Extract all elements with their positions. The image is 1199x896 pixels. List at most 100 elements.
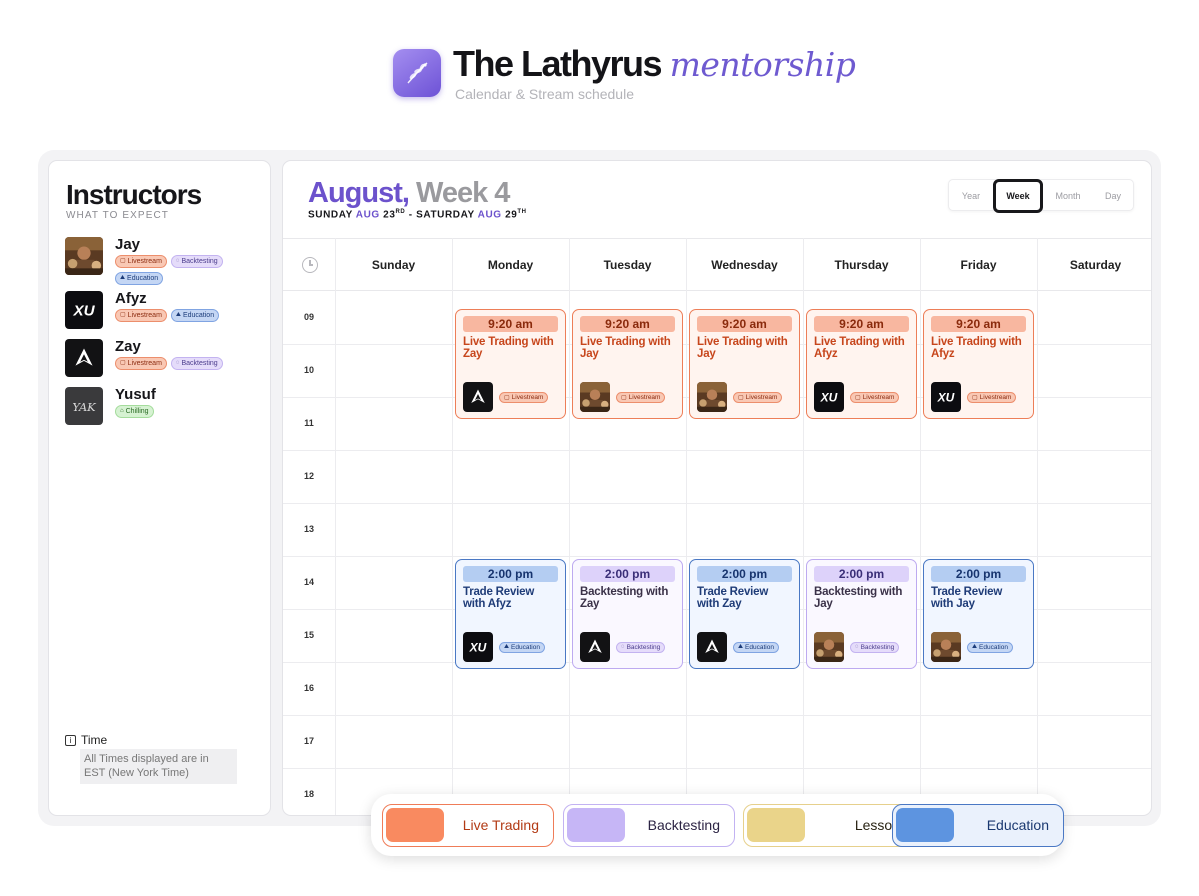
home-icon: ⌂ <box>120 408 124 414</box>
legend-backtesting: Backtesting <box>563 804 735 847</box>
event-host-avatar: XU <box>814 382 844 412</box>
event-card[interactable]: 2:00 pm Trade Review with Jay ⛰ Education <box>923 559 1034 669</box>
event-card[interactable]: 9:20 am Live Trading with Afyz XU ▢ Livestre… <box>806 309 917 419</box>
avatar: YAK <box>65 387 103 425</box>
event-card[interactable]: 9:20 am Live Trading with Afyz XU ▢ Livestre… <box>923 309 1034 419</box>
tag-label: Education <box>182 312 215 319</box>
instructor-tags: ▢ Livestream ◌ Backtesting ⛰ Education <box>115 255 239 289</box>
event-time: 2:00 pm <box>697 566 792 582</box>
day-header-saturday: Saturday <box>1069 258 1122 272</box>
event-tag: ⛰ Education <box>499 641 545 653</box>
instructor-info: Jay ▢ Livestream ◌ Backtesting ⛰ Education <box>115 237 239 289</box>
instructor-item: YAK Yusuf ⌂ Chilling <box>65 387 239 425</box>
hour-label: 18 <box>303 789 314 799</box>
view-week-button[interactable]: Week <box>993 179 1043 213</box>
event-card[interactable]: 9:20 am Live Trading with Jay ▢ Livestream <box>572 309 683 419</box>
mountain-icon: ⛰ <box>120 275 126 281</box>
category-tag: ◌ Backtesting <box>170 255 223 268</box>
event-tag-label: Livestream <box>511 393 544 401</box>
legend-label: Backtesting <box>647 817 720 833</box>
grid-divider <box>686 238 687 815</box>
grid-row-line <box>283 503 1151 504</box>
event-time: 2:00 pm <box>814 566 909 582</box>
day-header-sunday: Sunday <box>371 258 416 272</box>
hour-label: 10 <box>303 365 314 375</box>
day-header-row: Sunday Monday Tuesday Wednesday Thursday Frid… <box>283 238 1151 291</box>
calendar-panel: August, Week 4 SUNDAY AUG 23RD - SATURDA… <box>282 160 1152 816</box>
view-month-button[interactable]: Month <box>1043 180 1093 212</box>
event-card[interactable]: 2:00 pm Backtesting with Jay ◌ Backtesting <box>806 559 917 669</box>
category-tag: ▢ Livestream <box>115 357 167 370</box>
event-card[interactable]: 2:00 pm Trade Review with Zay ⛰ Education <box>689 559 800 669</box>
event-card[interactable]: 9:20 am Live Trading with Zay ▢ Livestream <box>455 309 566 419</box>
event-title: Backtesting with Jay <box>814 586 903 610</box>
event-tag: ▢ Livestream <box>499 391 549 403</box>
tag-label: Livestream <box>127 258 162 265</box>
event-footer: ◌ Backtesting <box>580 632 666 662</box>
tag-label: Livestream <box>127 360 162 367</box>
event-card[interactable]: 9:20 am Live Trading with Jay ▢ Livestream <box>689 309 800 419</box>
event-time: 9:20 am <box>463 316 558 332</box>
instructor-info: Zay ▢ Livestream ◌ Backtesting <box>115 339 239 377</box>
event-host-avatar <box>814 632 844 662</box>
event-footer: XU ⛰ Education <box>463 632 545 662</box>
event-card[interactable]: 2:00 pm Trade Review with Afyz XU ⛰ Educatio… <box>455 559 566 669</box>
event-time: 9:20 am <box>697 316 792 332</box>
view-year-button[interactable]: Year <box>949 180 993 212</box>
event-tag-label: Education <box>979 643 1008 651</box>
hour-label: 15 <box>303 630 314 640</box>
event-footer: XU ▢ Livestream <box>931 382 1017 412</box>
instructor-name: Jay <box>115 236 141 253</box>
instructor-item: Jay ▢ Livestream ◌ Backtesting ⛰ Education <box>65 237 239 289</box>
avatar <box>65 237 103 275</box>
event-time: 2:00 pm <box>580 566 675 582</box>
legend-swatch <box>747 808 805 842</box>
time-label: i Time <box>65 733 107 747</box>
info-icon: i <box>65 734 76 746</box>
event-host-avatar <box>580 382 610 412</box>
mountain-icon: ⛰ <box>175 312 181 318</box>
svg-text:XU: XU <box>937 391 955 405</box>
event-tag: ▢ Livestream <box>616 391 666 403</box>
day-header-thursday: Thursday <box>834 258 889 272</box>
event-title: Live Trading with Jay <box>580 336 671 360</box>
grid-row-line <box>283 715 1151 716</box>
event-tag: ◌ Backtesting <box>616 641 666 653</box>
legend-label: Education <box>986 817 1049 833</box>
event-title: Live Trading with Jay <box>697 336 788 360</box>
hour-label: 09 <box>303 312 314 322</box>
grid-divider <box>452 238 453 815</box>
event-host-avatar: XU <box>931 382 961 412</box>
loop-icon: ◌ <box>175 258 180 264</box>
event-tag: ◌ Backtesting <box>850 641 900 653</box>
category-tag: ◌ Backtesting <box>170 357 223 370</box>
event-card[interactable]: 2:00 pm Backtesting with Zay ◌ Backtesting <box>572 559 683 669</box>
avatar: XU <box>65 291 103 329</box>
hour-label: 14 <box>303 577 314 587</box>
category-tag: ▢ Livestream <box>115 309 167 322</box>
category-legend: Live Trading Backtesting Lesson Education <box>371 794 1064 856</box>
hour-label: 17 <box>303 736 314 746</box>
tag-label: Chilling <box>125 408 149 415</box>
event-footer: XU ▢ Livestream <box>814 382 900 412</box>
grid-divider <box>920 238 921 815</box>
event-tag-label: Education <box>511 643 540 651</box>
view-switcher: Year Week Month Day <box>948 179 1134 213</box>
week-range: SUNDAY AUG 23RD - SATURDAY AUG 29TH <box>308 209 527 221</box>
tag-label: Backtesting <box>181 258 218 265</box>
instructor-name: Yusuf <box>115 386 156 403</box>
event-title: Live Trading with Zay <box>463 336 554 360</box>
event-tag-label: Livestream <box>979 393 1012 401</box>
event-title: Live Trading with Afyz <box>931 336 1022 360</box>
instructor-item: Zay ▢ Livestream ◌ Backtesting <box>65 339 239 377</box>
event-tag: ⛰ Education <box>967 641 1013 653</box>
event-time: 9:20 am <box>814 316 909 332</box>
instructor-name: Zay <box>115 338 141 355</box>
view-day-button[interactable]: Day <box>1093 180 1133 212</box>
instructor-item: XU Afyz ▢ Livestream ⛰ Education <box>65 291 239 329</box>
loop-icon: ◌ <box>175 360 180 366</box>
tag-label: Livestream <box>127 312 162 319</box>
day-header-friday: Friday <box>960 258 997 272</box>
tv-icon: ▢ <box>120 360 126 366</box>
grid-divider <box>1037 238 1038 815</box>
